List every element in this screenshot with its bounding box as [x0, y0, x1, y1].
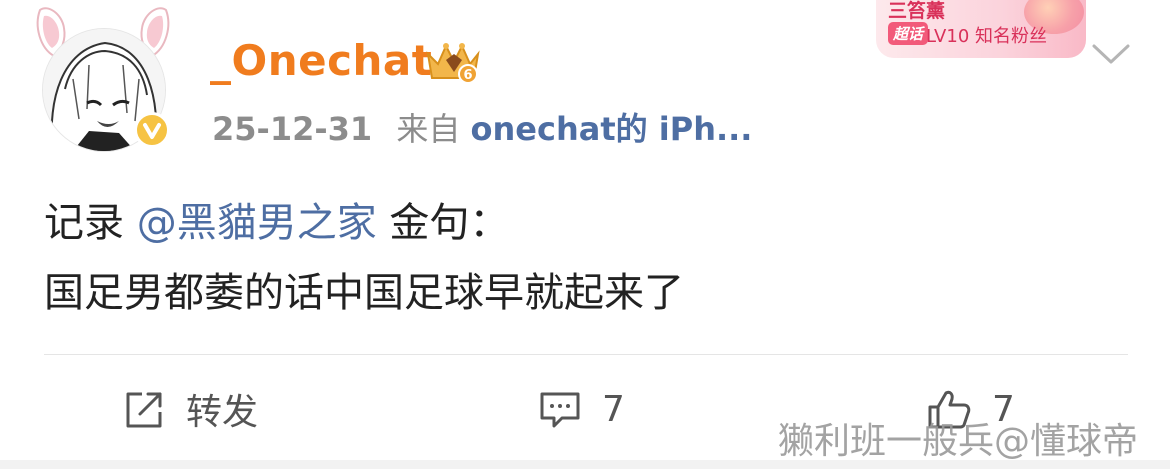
fan-level-label: LV10 知名粉丝: [926, 26, 1047, 47]
comment-count: 7: [602, 388, 625, 430]
post-content: 记录 @黑貓男之家 金句： 国足男都萎的话中国足球早就起来了: [44, 188, 684, 328]
repost-label: 转发: [186, 392, 259, 433]
avatar-container[interactable]: [34, 4, 174, 154]
from-label: 来自: [396, 110, 461, 148]
verified-badge-icon: [134, 112, 170, 148]
comment-button[interactable]: 7: [538, 386, 625, 432]
content-line-2: 国足男都萎的话中国足球早就起来了: [44, 270, 684, 316]
content-line-1: 记录 @黑貓男之家 金句：: [44, 188, 684, 258]
fan-badge[interactable]: 三笞薰 超话 LV10 知名粉丝: [876, 0, 1086, 58]
watermark: 獭利班一般兵@懂球帝: [778, 421, 1139, 462]
post-source-link[interactable]: onechat的 iPh...: [471, 110, 753, 148]
super-topic-tag: 超话: [888, 22, 929, 45]
post-meta: 25-12-31 来自 onechat的 iPh...: [212, 104, 752, 150]
repost-button[interactable]: 转发: [122, 386, 259, 433]
chevron-down-icon[interactable]: [1090, 38, 1132, 70]
content-suffix: 金句：: [376, 200, 510, 246]
fan-badge-name: 三笞薰: [888, 0, 946, 22]
weibo-post-card: _Onechat 6 25-12-31 来自 onechat的 iPh... 三…: [0, 0, 1170, 469]
mention-link[interactable]: @黑貓男之家: [137, 200, 377, 246]
bottom-separator: [0, 460, 1170, 469]
repost-icon: [126, 392, 162, 428]
comment-icon: [540, 392, 580, 428]
username[interactable]: _Onechat: [210, 36, 432, 85]
divider: [44, 354, 1128, 355]
content-prefix: 记录: [44, 200, 137, 246]
crown-level-icon: 6: [426, 43, 480, 84]
post-date: 25-12-31: [212, 110, 373, 148]
crown-level-number: 6: [463, 68, 472, 83]
